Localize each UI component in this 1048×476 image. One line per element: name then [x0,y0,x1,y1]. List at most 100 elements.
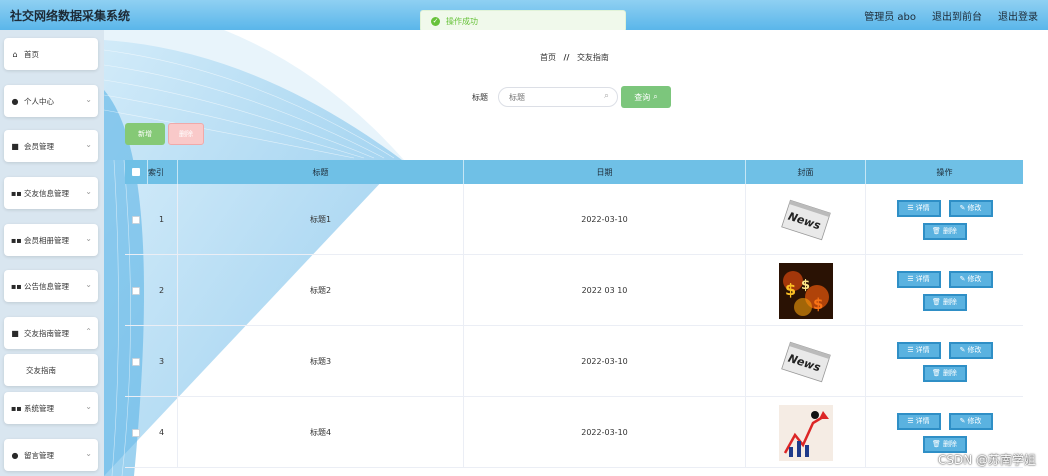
sidebar-item-label: 交友信息管理 [24,188,69,198]
row-ops: ☰ 详情 ✎ 修改 🗑 删除 [865,326,1023,397]
row-checkbox[interactable] [132,357,140,366]
edit-label: 修改 [967,204,982,212]
guide-table: 索引 标题 日期 封面 操作 1 标题1 2022-03-10 News ☰ 详… [125,160,1023,468]
table-header-row: 索引 标题 日期 封面 操作 [125,160,1023,184]
trash-icon: 🗑 [932,227,941,235]
detail-label: 详情 [915,346,930,354]
grid-icon: ▪▪ [11,403,22,413]
news-image: News [780,199,831,240]
chevron-down-icon: ⌄ [85,140,92,149]
row-cover: News [745,326,865,397]
chevron-down-icon: ⌄ [85,187,92,196]
detail-icon: ☰ [907,204,914,212]
detail-label: 详情 [915,275,930,283]
header-ops: 操作 [865,160,1023,184]
edit-button[interactable]: ✎ 修改 [948,412,993,430]
add-button[interactable]: 新增 [125,123,165,145]
sidebar-item-label: 交友指南 [26,365,56,375]
row-select-cell [125,326,147,397]
dollar-fire-image: $ $ $ [778,262,833,319]
admin-user-label[interactable]: 管理员 abo [864,8,916,23]
sidebar-item-label: 交友指南管理 [24,328,69,338]
chevron-down-icon: ⌄ [85,234,92,243]
detail-label: 详情 [915,204,930,212]
delete-button[interactable]: 🗑 删除 [922,435,967,453]
row-title: 标题4 [177,397,463,468]
row-date: 2022-03-10 [463,184,745,255]
trash-icon: 🗑 [932,369,941,377]
svg-text:$: $ [801,278,810,293]
sidebar-item-guide-mgmt[interactable]: ■ 交友指南管理 ⌃ [4,317,98,349]
delete-label: 删除 [942,369,957,377]
grid-icon: ▪▪ [11,281,22,291]
detail-button[interactable]: ☰ 详情 [896,270,941,288]
select-all-checkbox[interactable] [132,168,140,176]
sidebar-item-label: 个人中心 [24,96,54,106]
edit-icon: ✎ [959,275,966,283]
sidebar-item-home[interactable]: ⌂ 首页 [4,38,98,70]
query-button[interactable]: 查询 ⌕ [621,86,671,108]
edit-label: 修改 [967,417,982,425]
sidebar-item-message-mgmt[interactable]: ● 留言管理 ⌄ [4,439,98,471]
go-frontend-link[interactable]: 退出到前台 [932,8,982,23]
watermark: CSDN @苏南学姐 [937,453,1036,467]
book-icon: ■ [11,141,19,151]
sidebar-item-label: 会员相册管理 [24,235,69,245]
table-row: 3 标题3 2022-03-10 News ☰ 详情 ✎ 修改 🗑 删除 [125,326,1023,397]
batch-delete-button[interactable]: 删除 [168,123,204,145]
sidebar-item-album-mgmt[interactable]: ▪▪ 会员相册管理 ⌄ [4,224,98,256]
detail-icon: ☰ [907,346,914,354]
search-icon: ⌕ [653,92,658,101]
delete-button[interactable]: 🗑 删除 [922,222,967,240]
row-checkbox[interactable] [132,428,140,437]
success-toast: ✓ 操作成功 [420,10,626,32]
header-title: 标题 [177,160,463,184]
edit-button[interactable]: ✎ 修改 [948,270,993,288]
sidebar: ⌂ 首页 ● 个人中心 ⌄ ■ 会员管理 ⌄ ▪▪ 交友信息管理 ⌄ ▪▪ 会员… [0,30,104,476]
breadcrumb-current: 交友指南 [576,53,609,62]
breadcrumb-home[interactable]: 首页 [540,53,556,62]
delete-button[interactable]: 🗑 删除 [922,364,967,382]
detail-button[interactable]: ☰ 详情 [896,412,941,430]
row-ops: ☰ 详情 ✎ 修改 🗑 删除 [865,184,1023,255]
row-title: 标题3 [177,326,463,397]
home-icon: ⌂ [12,49,18,59]
row-select-cell [125,184,147,255]
top-links: 管理员 abo 退出到前台 退出登录 [864,8,1038,23]
chevron-down-icon: ⌄ [85,280,92,289]
edit-icon: ✎ [959,417,966,425]
search-input[interactable] [509,88,609,106]
row-cover: $ $ $ [745,255,865,326]
sidebar-item-guide[interactable]: 交友指南 [4,354,98,386]
edit-label: 修改 [967,275,982,283]
edit-button[interactable]: ✎ 修改 [948,199,993,217]
row-checkbox[interactable] [132,286,140,295]
edit-button[interactable]: ✎ 修改 [948,341,993,359]
sidebar-item-notice-mgmt[interactable]: ▪▪ 公告信息管理 ⌄ [4,270,98,302]
detail-button[interactable]: ☰ 详情 [896,199,941,217]
logout-link[interactable]: 退出登录 [998,8,1038,23]
row-title: 标题1 [177,184,463,255]
detail-button[interactable]: ☰ 详情 [896,341,941,359]
user-icon: ● [11,96,19,106]
chart-arrow-image [778,404,833,461]
header-cover: 封面 [745,160,865,184]
sidebar-item-label: 系统管理 [24,403,54,413]
delete-button[interactable]: 🗑 删除 [922,293,967,311]
sidebar-item-friend-info-mgmt[interactable]: ▪▪ 交友信息管理 ⌄ [4,177,98,209]
edit-icon: ✎ [959,346,966,354]
delete-label: 删除 [942,440,957,448]
search-field[interactable]: ⌕ [498,87,618,107]
app-title: 社交网络数据采集系统 [10,9,131,23]
chevron-down-icon: ⌄ [85,402,92,411]
main-content: 首页 // 交友指南 标题 ⌕ 查询 ⌕ 新增 删除 索引 标题 日期 封面 操… [104,30,1048,476]
query-button-label: 查询 [634,92,651,102]
sidebar-item-system-mgmt[interactable]: ▪▪ 系统管理 ⌄ [4,392,98,424]
sidebar-item-label: 留言管理 [24,450,54,460]
sidebar-item-member-mgmt[interactable]: ■ 会员管理 ⌄ [4,130,98,162]
row-date: 2022 03 10 [463,255,745,326]
trash-icon: 🗑 [932,298,941,306]
sidebar-item-personal-center[interactable]: ● 个人中心 ⌄ [4,85,98,117]
grid-icon: ▪▪ [11,188,22,198]
row-checkbox[interactable] [132,215,140,224]
